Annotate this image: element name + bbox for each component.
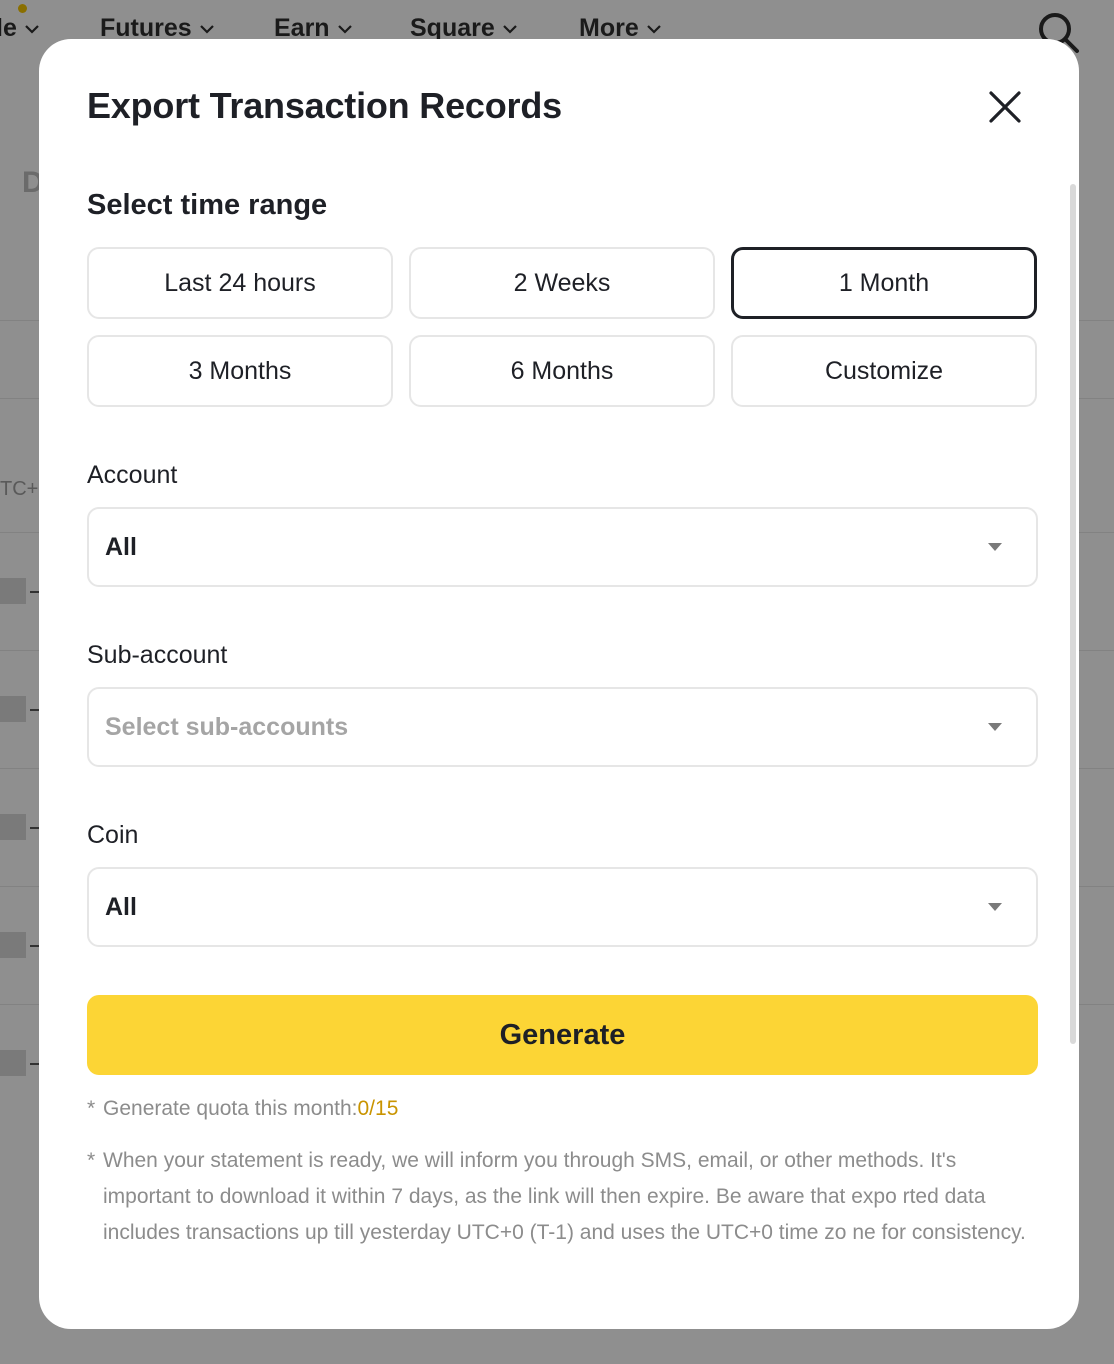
nav-item-label: le (0, 14, 17, 42)
sub-account-label: Sub-account (87, 641, 228, 669)
quota-label: Generate quota this month: (103, 1097, 358, 1120)
background-row-thumbnail (0, 814, 26, 840)
quota-note-text: Generate quota this month:0/15 (103, 1091, 1038, 1127)
notification-dot (18, 4, 27, 13)
range-option-last-24-hours[interactable]: Last 24 hours (87, 247, 393, 319)
caret-down-icon (988, 543, 1002, 551)
time-range-title: Select time range (87, 189, 328, 221)
account-label: Account (87, 461, 178, 489)
account-select-value: All (105, 532, 137, 561)
coin-select[interactable]: All (87, 867, 1038, 947)
background-row-thumbnail (0, 1050, 26, 1076)
coin-select-value: All (105, 892, 137, 921)
coin-label: Coin (87, 821, 139, 849)
background-row-thumbnail (0, 696, 26, 722)
quota-value: 0/15 (357, 1097, 399, 1120)
background-timezone-label: TC+ (0, 478, 39, 500)
time-range-options: Last 24 hours 2 Weeks 1 Month 3 Months 6… (87, 247, 1038, 407)
chevron-down-icon (199, 24, 214, 34)
scrollbar[interactable] (1070, 184, 1076, 1044)
caret-down-icon (988, 903, 1002, 911)
range-option-customize[interactable]: Customize (731, 335, 1037, 407)
chevron-down-icon (646, 24, 661, 34)
modal-title: Export Transaction Records (87, 85, 562, 126)
range-option-1-month[interactable]: 1 Month (731, 247, 1037, 319)
chevron-down-icon (337, 24, 352, 34)
sub-account-placeholder: Select sub-accounts (105, 712, 349, 741)
nav-item-trade[interactable]: le (0, 14, 41, 43)
background-row-thumbnail (0, 578, 26, 604)
generate-button[interactable]: Generate (87, 995, 1038, 1075)
account-select[interactable]: All (87, 507, 1038, 587)
range-option-3-months[interactable]: 3 Months (87, 335, 393, 407)
info-note: * When your statement is ready, we will … (87, 1143, 1038, 1251)
close-icon[interactable] (987, 89, 1023, 125)
note-bullet: * (87, 1097, 96, 1120)
quota-note: * Generate quota this month:0/15 (87, 1091, 1038, 1127)
range-option-2-weeks[interactable]: 2 Weeks (409, 247, 715, 319)
range-option-6-months[interactable]: 6 Months (409, 335, 715, 407)
chevron-down-icon (502, 24, 517, 34)
info-note-text: When your statement is ready, we will in… (103, 1149, 1026, 1244)
sub-account-select[interactable]: Select sub-accounts (87, 687, 1038, 767)
caret-down-icon (988, 723, 1002, 731)
note-bullet: * (87, 1149, 96, 1172)
chevron-down-icon (25, 24, 39, 34)
background-row-thumbnail (0, 932, 26, 958)
export-records-modal: Export Transaction Records Select time r… (39, 39, 1079, 1329)
